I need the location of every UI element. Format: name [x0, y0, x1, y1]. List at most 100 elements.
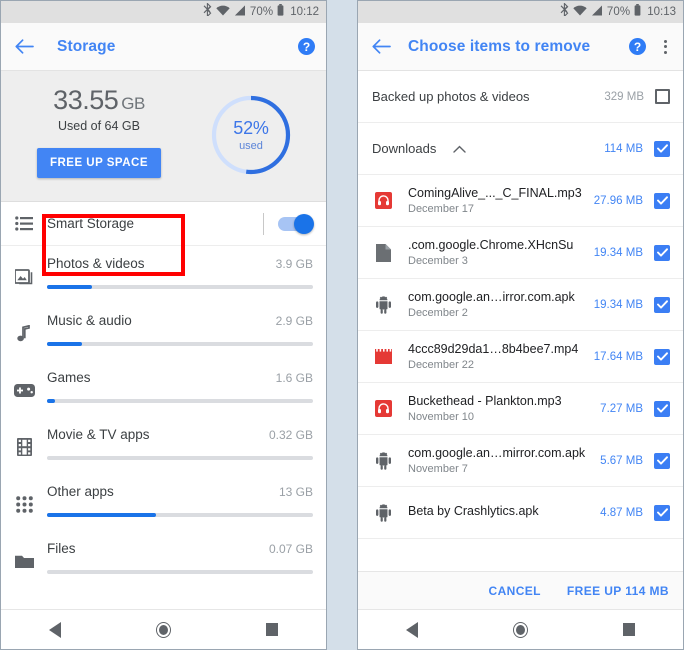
right-phone-screen: 70% 10:13 Choose items to remove ? Backe… — [357, 0, 684, 650]
free-up-space-wrap: FREE UP SPACE — [1, 148, 197, 178]
checkbox-checked[interactable] — [654, 192, 670, 209]
list-lines-icon — [1, 216, 47, 231]
generic-file-icon — [358, 243, 408, 262]
category-name: Games — [47, 370, 91, 385]
category-row[interactable]: Music & audio 2.9 GB — [1, 303, 326, 360]
storage-used-of-label: Used of 64 GB — [58, 119, 140, 133]
storage-used-number: 33.55 — [53, 85, 119, 115]
smart-storage-row[interactable]: Smart Storage — [1, 202, 326, 246]
storage-summary-panel: 33.55 GB Used of 64 GB FREE UP SPACE 52% … — [1, 71, 326, 276]
video-file-icon — [358, 349, 408, 364]
audio-file-icon — [358, 400, 408, 417]
category-row[interactable]: Games 1.6 GB — [1, 360, 326, 417]
smart-storage-toggle[interactable] — [278, 213, 314, 234]
film-icon — [1, 427, 47, 467]
checkbox-checked[interactable] — [654, 504, 670, 521]
overflow-menu-icon[interactable] — [658, 38, 672, 56]
downloads-group-header[interactable]: Downloads 114 MB — [358, 123, 683, 175]
bluetooth-icon — [203, 2, 212, 21]
file-name: Buckethead - Plankton.mp3 — [408, 394, 562, 408]
category-progress-fill — [47, 285, 93, 289]
storage-gauge-label-group: 52% used — [209, 93, 293, 177]
left-nav-bar — [1, 609, 326, 649]
category-size: 0.32 GB — [268, 428, 313, 442]
category-progress-track — [47, 513, 313, 517]
file-size: 5.67 MB — [600, 454, 643, 467]
file-size: 7.27 MB — [600, 402, 643, 415]
checkbox-unchecked[interactable] — [655, 89, 670, 104]
file-date: December 3 — [408, 255, 468, 267]
nav-back-icon[interactable] — [48, 621, 61, 638]
help-icon[interactable]: ? — [629, 38, 646, 55]
file-row[interactable]: Beta by Crashlytics.apk 4.87 MB — [358, 487, 683, 539]
page-title: Choose items to remove — [408, 37, 591, 55]
right-app-bar: Choose items to remove ? — [358, 23, 683, 71]
checkbox-checked[interactable] — [654, 244, 670, 261]
checkbox-checked[interactable] — [654, 452, 670, 469]
category-progress-fill — [47, 342, 82, 346]
file-row[interactable]: .com.google.Chrome.XHcnSu December 3 19.… — [358, 227, 683, 279]
checkbox-checked[interactable] — [654, 296, 670, 313]
file-date: November 10 — [408, 411, 475, 423]
help-icon[interactable]: ? — [298, 38, 315, 55]
audio-file-icon — [358, 192, 408, 209]
nav-home-icon[interactable] — [512, 621, 528, 638]
file-name: 4ccc89d29da1…8b4bee7.mp4 — [408, 342, 579, 356]
smart-storage-label: Smart Storage — [47, 216, 135, 231]
gamepad-icon — [1, 370, 47, 410]
file-row[interactable]: Buckethead - Plankton.mp3 November 10 7.… — [358, 383, 683, 435]
category-row[interactable]: Movie & TV apps 0.32 GB — [1, 417, 326, 474]
file-date: November 7 — [408, 463, 468, 475]
backed-up-photos-row[interactable]: Backed up photos & videos 329 MB — [358, 71, 683, 123]
category-row[interactable]: Other apps 13 GB — [1, 474, 326, 531]
downloads-label: Downloads — [372, 141, 437, 156]
free-up-button[interactable]: FREE UP 114 MB — [567, 584, 669, 598]
photo-icon — [1, 256, 47, 296]
battery-icon — [634, 3, 641, 21]
folder-icon — [1, 541, 47, 581]
category-body: Games 1.6 GB — [47, 370, 326, 403]
back-arrow-icon[interactable] — [1, 39, 47, 54]
category-row[interactable]: Photos & videos 3.9 GB — [1, 246, 326, 303]
category-body: Other apps 13 GB — [47, 484, 326, 517]
checkbox-checked[interactable] — [654, 140, 670, 157]
free-up-space-button[interactable]: FREE UP SPACE — [36, 148, 162, 178]
page-title: Storage — [57, 37, 116, 55]
file-name: com.google.an…irror.com.apk — [408, 290, 575, 304]
category-size: 13 GB — [278, 485, 313, 499]
nav-recents-icon[interactable] — [623, 623, 636, 636]
removable-items-list: Backed up photos & videos 329 MB Downloa… — [358, 71, 683, 609]
wifi-icon — [573, 3, 587, 21]
file-name: .com.google.Chrome.XHcnSu — [408, 238, 574, 252]
category-row[interactable]: Files 0.07 GB — [1, 531, 326, 588]
file-row[interactable]: ComingAlive_..._C_FINAL.mp3 December 17 … — [358, 175, 683, 227]
file-row[interactable]: com.google.an…mirror.com.apk November 7 … — [358, 435, 683, 487]
nav-back-icon[interactable] — [405, 621, 418, 638]
category-name: Other apps — [47, 484, 114, 499]
bluetooth-icon — [560, 2, 569, 21]
file-size: 17.64 MB — [593, 350, 643, 363]
backed-up-photos-label: Backed up photos & videos — [372, 89, 530, 104]
category-size: 2.9 GB — [275, 314, 313, 328]
nav-recents-icon[interactable] — [266, 623, 279, 636]
battery-icon — [277, 3, 284, 21]
category-body: Music & audio 2.9 GB — [47, 313, 326, 346]
file-row[interactable]: com.google.an…irror.com.apk December 2 1… — [358, 279, 683, 331]
cancel-button[interactable]: CANCEL — [489, 584, 541, 598]
checkbox-checked[interactable] — [654, 400, 670, 417]
right-app-bar-actions: ? — [629, 38, 683, 56]
battery-percent-label: 70% — [249, 6, 274, 18]
category-progress-track — [47, 342, 313, 346]
downloads-size: 114 MB — [604, 142, 643, 155]
checkbox-checked[interactable] — [654, 348, 670, 365]
nav-home-icon[interactable] — [155, 621, 171, 638]
back-arrow-icon[interactable] — [358, 39, 404, 54]
chevron-up-icon[interactable] — [448, 145, 470, 153]
file-body: 4ccc89d29da1…8b4bee7.mp4 December 22 — [408, 342, 594, 371]
file-row[interactable]: 4ccc89d29da1…8b4bee7.mp4 December 22 17.… — [358, 331, 683, 383]
file-date: December 22 — [408, 359, 475, 371]
cell-signal-icon — [591, 3, 603, 21]
storage-gauge-percent: 52% — [233, 118, 269, 138]
android-apk-icon — [358, 503, 408, 522]
file-body: .com.google.Chrome.XHcnSu December 3 — [408, 238, 594, 267]
